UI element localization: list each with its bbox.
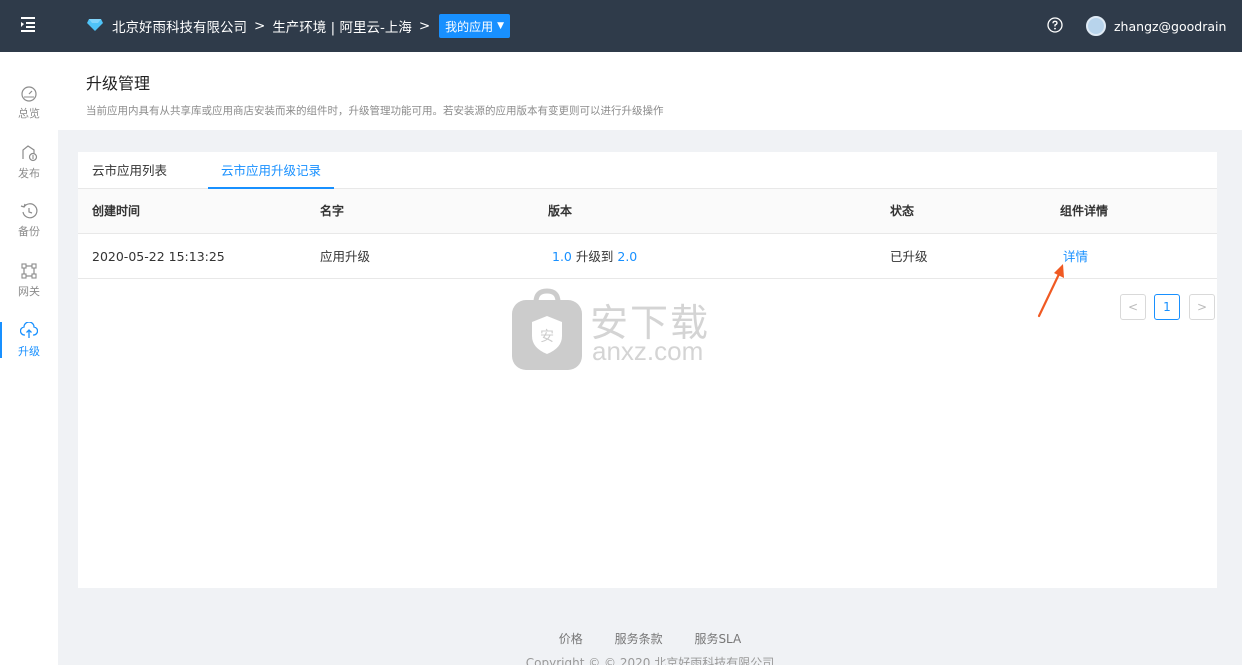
- column-header-name: 名字: [320, 204, 345, 218]
- breadcrumb-separator: >: [418, 18, 431, 34]
- page-description: 当前应用内具有从共享库或应用商店安装而来的组件时，升级管理功能可用。若安装源的应…: [86, 105, 664, 117]
- top-navbar: 北京好雨科技有限公司 > 生产环境 | 阿里云-上海 > 我的应用 ▼ zhan…: [0, 0, 1242, 52]
- app-selector-dropdown[interactable]: 我的应用 ▼: [439, 14, 511, 38]
- tab-app-list[interactable]: 云市应用列表: [92, 152, 167, 189]
- sidebar-item-upgrade[interactable]: 升级: [0, 314, 58, 368]
- watermark: 安 安下载 anxz.com: [510, 288, 740, 374]
- tab-upgrade-records[interactable]: 云市应用升级记录: [208, 152, 335, 189]
- breadcrumb: 北京好雨科技有限公司 > 生产环境 | 阿里云-上海 > 我的应用 ▼: [112, 0, 511, 52]
- menu-toggle-icon[interactable]: [18, 14, 38, 34]
- app-selector-label: 我的应用: [445, 19, 494, 34]
- page-title: 升级管理: [86, 74, 151, 93]
- watermark-url: anxz.com: [592, 336, 704, 366]
- upgrade-to-text: 升级到: [575, 249, 614, 264]
- avatar: [1086, 16, 1106, 36]
- gateway-icon: [21, 263, 37, 279]
- cell-name: 应用升级: [320, 249, 371, 264]
- cell-status: 已升级: [890, 249, 928, 264]
- sidebar-item-publish[interactable]: 发布: [0, 136, 58, 190]
- breadcrumb-company[interactable]: 北京好雨科技有限公司: [112, 16, 247, 36]
- column-header-detail: 组件详情: [1060, 204, 1109, 218]
- sidebar-item-label: 发布: [18, 167, 40, 180]
- sidebar-item-overview[interactable]: 总览: [0, 76, 58, 130]
- cell-version: 1.0 升级到 2.0: [552, 234, 637, 279]
- sidebar-item-label: 网关: [18, 285, 40, 298]
- footer-link-pricing[interactable]: 价格: [559, 632, 583, 646]
- pagination-next-button[interactable]: >: [1189, 294, 1215, 320]
- column-header-version: 版本: [548, 204, 573, 218]
- annotation-arrow-icon: [1037, 264, 1064, 318]
- diamond-icon: [87, 19, 103, 31]
- page-header: 升级管理 当前应用内具有从共享库或应用商店安装而来的组件时，升级管理功能可用。若…: [58, 52, 1242, 130]
- breadcrumb-environment[interactable]: 生产环境 | 阿里云-上海: [272, 16, 412, 36]
- watermark-shield-icon: 安: [512, 288, 582, 370]
- breadcrumb-separator: >: [254, 18, 266, 34]
- tab-bar: 云市应用列表 云市应用升级记录: [78, 152, 1217, 189]
- cell-created: 2020-05-22 15:13:25: [92, 249, 225, 264]
- caret-down-icon: ▼: [497, 21, 505, 31]
- to-version: 2.0: [617, 249, 638, 264]
- user-menu[interactable]: zhangz@goodrain: [1086, 0, 1226, 52]
- sidebar-item-backup[interactable]: 备份: [0, 194, 58, 248]
- help-icon[interactable]: [1046, 16, 1064, 34]
- sidebar-item-label: 总览: [18, 107, 40, 120]
- from-version: 1.0: [552, 249, 572, 264]
- upgrade-icon: [20, 322, 38, 338]
- footer-link-sla[interactable]: 服务SLA: [694, 632, 741, 646]
- table-header: 创建时间 名字 版本 状态 组件详情: [78, 189, 1217, 234]
- pagination-page-1[interactable]: 1: [1154, 294, 1180, 320]
- username: zhangz@goodrain: [1114, 18, 1227, 34]
- column-header-created: 创建时间: [92, 204, 141, 218]
- column-header-status: 状态: [890, 204, 915, 218]
- svg-text:安: 安: [540, 329, 554, 345]
- copyright: Copyright © © 2020 北京好雨科技有限公司: [525, 656, 775, 665]
- sidebar-item-gateway[interactable]: 网关: [0, 254, 58, 308]
- footer-links: 价格 服务条款 服务SLA: [0, 630, 1242, 647]
- sidebar-item-label: 升级: [18, 345, 40, 358]
- pagination-prev-button[interactable]: <: [1120, 294, 1146, 320]
- backup-icon: [20, 203, 38, 219]
- sidebar-item-label: 备份: [18, 225, 40, 238]
- footer-link-terms[interactable]: 服务条款: [615, 632, 663, 646]
- dashboard-icon: [21, 86, 37, 102]
- publish-icon: [22, 145, 38, 162]
- sidebar: 总览 发布 备份 网关 升级: [0, 52, 58, 665]
